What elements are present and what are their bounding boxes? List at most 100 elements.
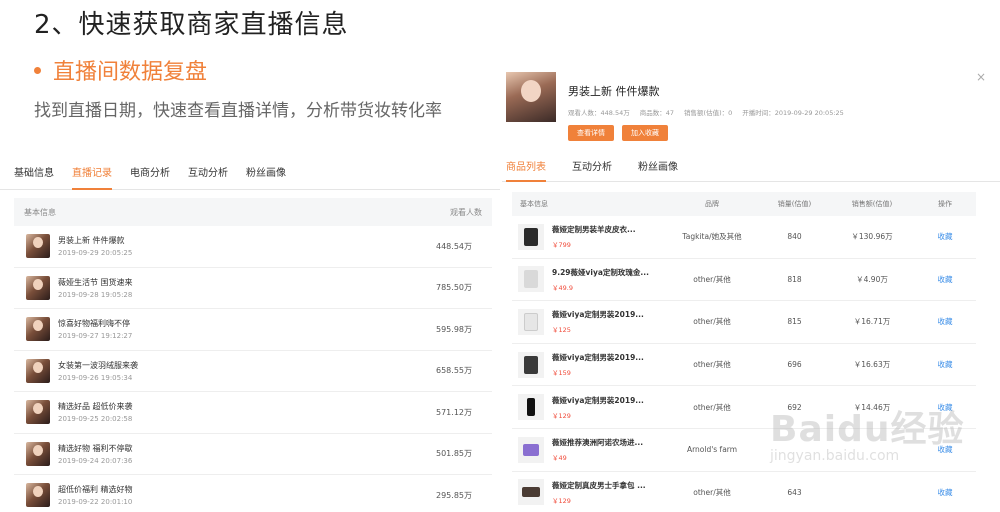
product-price: ￥49.9 xyxy=(552,283,573,292)
favorite-link[interactable]: 收藏 xyxy=(917,231,973,242)
product-sales: 818 xyxy=(787,274,802,284)
product-info: 薇娅viya定制男装2019... ￥125 xyxy=(512,308,662,335)
tab-interaction-analysis[interactable]: 互动分析 xyxy=(188,164,242,189)
product-sales: 815 xyxy=(787,317,802,327)
favorite-link[interactable]: 收藏 xyxy=(917,444,973,455)
product-image xyxy=(518,351,544,378)
bullet-row: 直播间数据复盘 xyxy=(34,54,207,86)
table-row[interactable]: 男装上新 件件爆款 2019-09-29 20:05:25 448.54万 xyxy=(14,226,492,268)
table-row[interactable]: 薇娅viya定制男装2019... ￥159 other/其他 696 ￥16.… xyxy=(512,344,976,387)
product-price: ￥129 xyxy=(552,496,571,505)
product-brand: other/其他 xyxy=(693,487,731,497)
product-price: ￥799 xyxy=(552,241,571,250)
table-row[interactable]: 精选好品 超低价来袭 2019-09-25 20:02:58 571.12万 xyxy=(14,392,492,434)
tab-basic-info[interactable]: 基础信息 xyxy=(14,164,68,189)
slide-description: 找到直播日期，快速查看直播详情，分析带货妆转化率 xyxy=(34,101,442,121)
header-views: 观看人数 xyxy=(450,207,482,217)
live-profile: 男装上新 件件爆款 观看人数：448.54万 商品数：47 销售额(估值)：0 … xyxy=(502,72,1000,141)
product-image xyxy=(518,266,544,293)
product-title: 9.29薇娅viya定制玫瑰金... xyxy=(552,267,649,277)
live-date: 2019-09-22 20:01:10 xyxy=(58,498,133,507)
row-info: 超低价福利 精选好物 2019-09-22 20:01:10 xyxy=(26,483,133,508)
table-header: 基本信息 品牌 销量(估值) 销售额(估值) 操作 xyxy=(512,192,976,216)
favorite-link[interactable]: 收藏 xyxy=(917,316,973,327)
table-row[interactable]: 9.29薇娅viya定制玫瑰金... ￥49.9 other/其他 818 ￥4… xyxy=(512,259,976,302)
live-views: 571.12万 xyxy=(436,407,472,417)
table-row[interactable]: 女装第一波羽绒服来袭 2019-09-26 19:05:34 658.55万 xyxy=(14,351,492,392)
product-price: ￥159 xyxy=(552,369,571,378)
live-date: 2019-09-26 19:05:34 xyxy=(58,373,133,382)
live-title: 惊喜好物福利嗨不停 xyxy=(58,319,130,329)
close-icon[interactable]: × xyxy=(976,70,986,84)
streamer-avatar xyxy=(26,275,50,300)
right-tab-bar: 商品列表 互动分析 粉丝画像 xyxy=(502,158,1000,182)
product-title: 薇娅viya定制男装2019... xyxy=(552,353,644,363)
product-image xyxy=(518,436,544,463)
table-row[interactable]: 薇娅定制男装羊皮皮衣... ￥799 Tagkita/她及其他 840 ￥130… xyxy=(512,216,976,259)
view-details-button[interactable]: 查看详情 xyxy=(568,125,614,141)
live-title: 超低价福利 精选好物 xyxy=(58,485,133,495)
product-image xyxy=(518,308,544,335)
live-title: 女装第一波羽绒服来袭 xyxy=(58,360,138,370)
row-info: 惊喜好物福利嗨不停 2019-09-27 19:12:27 xyxy=(26,317,133,342)
live-title: 精选好物 福利不停歇 xyxy=(58,443,133,453)
live-records-panel: 基础信息 直播记录 电商分析 互动分析 粉丝画像 基本信息 观看人数 男装上新 … xyxy=(0,152,500,512)
streamer-avatar xyxy=(26,358,50,383)
product-brand: Tagkita/她及其他 xyxy=(682,232,742,242)
left-tab-bar: 基础信息 直播记录 电商分析 互动分析 粉丝画像 xyxy=(0,152,500,190)
table-row[interactable]: 薇娅定制真皮男士手拿包 ... ￥129 other/其他 643 收藏 xyxy=(512,472,976,512)
product-info: 薇娅定制男装羊皮皮衣... ￥799 xyxy=(512,223,662,250)
product-info: 薇娅推荐澳洲阿诺农场进... ￥49 xyxy=(512,436,662,463)
streamer-photo xyxy=(506,72,556,122)
tab-live-records[interactable]: 直播记录 xyxy=(72,164,126,190)
streamer-avatar xyxy=(26,483,50,508)
live-date: 2019-09-29 20:05:25 xyxy=(58,249,133,258)
favorite-link[interactable]: 收藏 xyxy=(917,402,973,413)
row-info: 薇娅生活节 国货速来 2019-09-28 19:05:28 xyxy=(26,275,133,300)
product-sales: 643 xyxy=(787,487,802,497)
product-info: 薇娅viya定制男装2019... ￥159 xyxy=(512,351,662,378)
tab-fan-profile[interactable]: 粉丝画像 xyxy=(638,158,700,181)
table-row[interactable]: 惊喜好物福利嗨不停 2019-09-27 19:12:27 595.98万 xyxy=(14,309,492,351)
product-image xyxy=(518,394,544,421)
product-title: 薇娅推荐澳洲阿诺农场进... xyxy=(552,438,644,448)
live-title: 薇娅生活节 国货速来 xyxy=(58,277,133,287)
product-info: 薇娅viya定制男装2019... ￥129 xyxy=(512,394,662,421)
live-date: 2019-09-27 19:12:27 xyxy=(58,332,133,341)
table-header: 基本信息 观看人数 xyxy=(14,198,492,226)
favorite-link[interactable]: 收藏 xyxy=(917,274,973,285)
table-row[interactable]: 精选好物 福利不停歇 2019-09-24 20:07:36 501.85万 xyxy=(14,434,492,475)
tab-interaction-analysis[interactable]: 互动分析 xyxy=(572,158,634,181)
header-revenue: 销售额(估值) xyxy=(851,200,893,208)
live-views: 595.98万 xyxy=(436,324,472,334)
favorite-link[interactable]: 收藏 xyxy=(917,487,973,498)
table-row[interactable]: 薇娅推荐澳洲阿诺农场进... ￥49 Arnold's farm 收藏 xyxy=(512,429,976,472)
live-views: 501.85万 xyxy=(436,449,472,459)
row-info: 男装上新 件件爆款 2019-09-29 20:05:25 xyxy=(26,234,133,259)
header-action: 操作 xyxy=(938,200,952,208)
favorite-link[interactable]: 收藏 xyxy=(917,359,973,370)
tab-fan-profile[interactable]: 粉丝画像 xyxy=(246,164,300,189)
product-info: 薇娅定制真皮男士手拿包 ... ￥129 xyxy=(512,479,662,506)
slide-title: 2、快速获取商家直播信息 xyxy=(34,10,349,40)
table-row[interactable]: 超低价福利 精选好物 2019-09-22 20:01:10 295.85万 xyxy=(14,475,492,512)
product-title: 薇娅viya定制男装2019... xyxy=(552,395,644,405)
live-title: 男装上新 件件爆款 xyxy=(58,236,125,246)
header-brand: 品牌 xyxy=(705,200,719,208)
stat-start-time: 开播时间：2019-09-29 20:05:25 xyxy=(742,109,844,117)
bullet-text: 直播间数据复盘 xyxy=(53,60,208,85)
product-info: 9.29薇娅viya定制玫瑰金... ￥49.9 xyxy=(512,266,662,293)
product-title: 薇娅viya定制男装2019... xyxy=(552,310,644,320)
table-row[interactable]: 薇娅viya定制男装2019... ￥129 other/其他 692 ￥14.… xyxy=(512,386,976,429)
tab-product-list[interactable]: 商品列表 xyxy=(506,158,568,182)
tab-ecommerce-analysis[interactable]: 电商分析 xyxy=(130,164,184,189)
bullet-dot-icon xyxy=(34,66,41,74)
live-name: 男装上新 件件爆款 xyxy=(568,85,660,98)
table-row[interactable]: 薇娅生活节 国货速来 2019-09-28 19:05:28 785.50万 xyxy=(14,268,492,309)
add-favorite-button[interactable]: 加入收藏 xyxy=(622,125,668,141)
streamer-avatar xyxy=(26,441,50,466)
live-detail-panel: × 男装上新 件件爆款 观看人数：448.54万 商品数：47 销售额(估值)：… xyxy=(502,70,1000,512)
stat-views: 观看人数：448.54万 xyxy=(568,109,630,117)
product-revenue: ￥130.96万 xyxy=(851,232,893,242)
table-row[interactable]: 薇娅viya定制男装2019... ￥125 other/其他 815 ￥16.… xyxy=(512,301,976,344)
